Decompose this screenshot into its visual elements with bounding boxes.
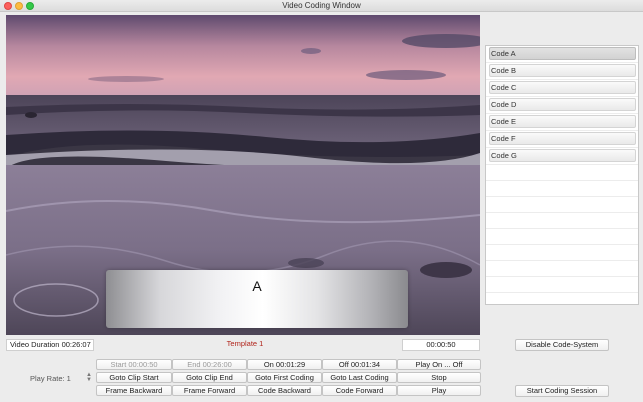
empty-row — [486, 165, 638, 181]
code-list-item[interactable]: Code F — [486, 132, 638, 148]
start-coding-session-button[interactable]: Start Coding Session — [515, 385, 609, 397]
empty-row — [486, 261, 638, 277]
stepper-down-icon[interactable]: ▼ — [86, 377, 92, 383]
empty-row — [486, 213, 638, 229]
code-forward-button[interactable]: Code Forward — [322, 385, 397, 396]
code-list-item[interactable]: Code D — [486, 98, 638, 114]
play-rate-label: Play Rate: 1 — [30, 374, 71, 383]
code-backward-button[interactable]: Code Backward — [247, 385, 322, 396]
frame-backward-button[interactable]: Frame Backward — [96, 385, 172, 396]
code-label: Code E — [489, 115, 636, 128]
code-list-item[interactable]: Code A — [486, 47, 638, 63]
current-time-field: 00:00:50 — [402, 339, 480, 351]
code-label: Code C — [489, 81, 636, 94]
video-coding-window: Video Coding Window A Code A Code B Code… — [0, 0, 643, 402]
code-list-item[interactable]: Code C — [486, 81, 638, 97]
code-list-item[interactable]: Code B — [486, 64, 638, 80]
code-label: Code B — [489, 64, 636, 77]
play-button[interactable]: Play — [397, 385, 481, 396]
title-bar: Video Coding Window — [0, 0, 643, 12]
video-duration-field: Video Duration 00:26:07 — [6, 339, 94, 351]
empty-row — [486, 229, 638, 245]
play-rate-stepper[interactable]: ▲ ▼ — [86, 372, 92, 384]
coding-on-button[interactable]: On 00:01:29 — [247, 359, 322, 370]
play-on-off-button[interactable]: Play On ... Off — [397, 359, 481, 370]
coding-off-button[interactable]: Off 00:01:34 — [322, 359, 397, 370]
goto-first-coding-button[interactable]: Goto First Coding — [247, 372, 322, 383]
code-list-item[interactable]: Code G — [486, 149, 638, 165]
code-label: Code F — [489, 132, 636, 145]
empty-row — [486, 245, 638, 261]
clip-end-button[interactable]: End 00:26:00 — [172, 359, 247, 370]
disable-code-system-button[interactable]: Disable Code-System — [515, 339, 609, 351]
frame-forward-button[interactable]: Frame Forward — [172, 385, 247, 396]
code-overlay-banner: A — [106, 270, 408, 328]
code-label: Code A — [489, 47, 636, 60]
window-title: Video Coding Window — [282, 1, 361, 10]
goto-last-coding-button[interactable]: Goto Last Coding — [322, 372, 397, 383]
code-list-item[interactable]: Code E — [486, 115, 638, 131]
goto-clip-start-button[interactable]: Goto Clip Start — [96, 372, 172, 383]
empty-row — [486, 277, 638, 293]
stop-button[interactable]: Stop — [397, 372, 481, 383]
goto-clip-end-button[interactable]: Goto Clip End — [172, 372, 247, 383]
code-label: Code G — [489, 149, 636, 162]
clip-start-button[interactable]: Start 00:00:50 — [96, 359, 172, 370]
code-label: Code D — [489, 98, 636, 111]
empty-row — [486, 197, 638, 213]
video-player[interactable]: A — [6, 15, 480, 335]
template-name: Template 1 — [226, 339, 264, 348]
empty-row — [486, 181, 638, 197]
code-list[interactable]: Code A Code B Code C Code D Code E Code … — [485, 45, 639, 305]
code-overlay-letter: A — [252, 278, 262, 294]
